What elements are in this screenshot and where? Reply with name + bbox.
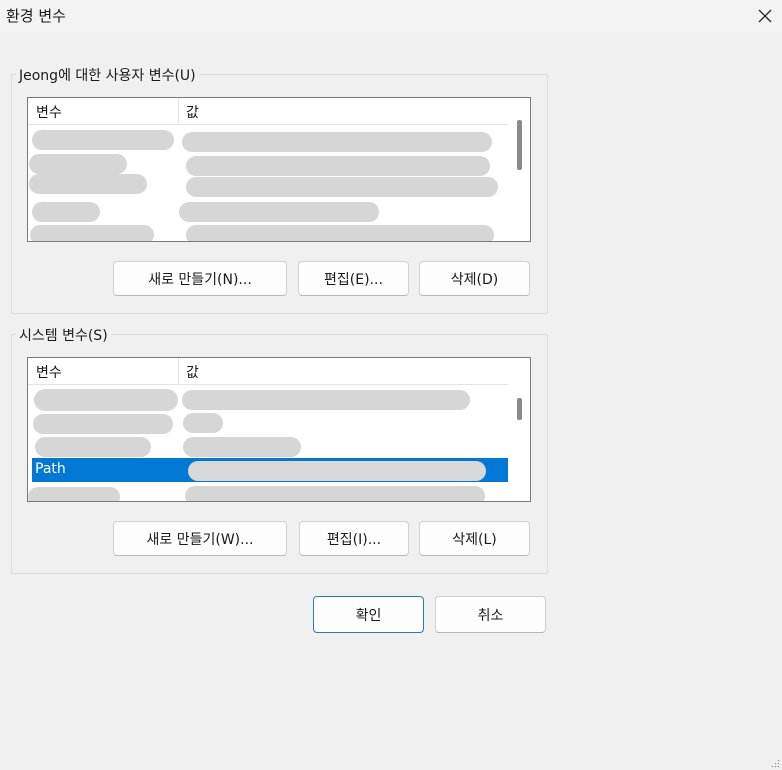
- list-item[interactable]: [32, 388, 508, 412]
- redacted-value: [185, 486, 485, 501]
- cancel-button[interactable]: 취소: [435, 596, 546, 633]
- redacted-value: [186, 156, 490, 176]
- close-icon: [758, 9, 772, 23]
- close-button[interactable]: [748, 0, 782, 32]
- redacted-variable: [29, 174, 147, 194]
- system-edit-button[interactable]: 편집(I)...: [299, 521, 409, 556]
- list-item[interactable]: [32, 413, 508, 437]
- path-variable-name: Path: [35, 461, 66, 477]
- system-delete-button[interactable]: 삭제(L): [419, 521, 530, 556]
- vertical-scrollbar[interactable]: [508, 98, 530, 241]
- list-item[interactable]: [28, 485, 508, 501]
- redacted-value: [186, 177, 498, 197]
- redacted-value: [179, 202, 379, 222]
- list-header: 변수 값: [28, 98, 508, 125]
- user-delete-button[interactable]: 삭제(D): [419, 261, 530, 296]
- system-variables-list[interactable]: 변수 값 Path: [27, 357, 531, 502]
- redacted-value: [182, 390, 470, 410]
- window-title: 환경 변수: [6, 7, 66, 25]
- column-header-value[interactable]: 값: [186, 362, 199, 382]
- redacted-variable: [30, 225, 154, 241]
- user-new-button[interactable]: 새로 만들기(N)...: [113, 261, 287, 296]
- column-header-value[interactable]: 값: [186, 102, 199, 122]
- vertical-scrollbar[interactable]: [508, 358, 530, 501]
- scrollbar-thumb[interactable]: [517, 120, 522, 170]
- list-item[interactable]: [32, 436, 508, 460]
- redacted-value: [188, 461, 486, 481]
- column-header-variable[interactable]: 변수: [36, 362, 62, 382]
- scrollbar-thumb[interactable]: [517, 398, 522, 420]
- resize-grip-icon[interactable]: [770, 758, 780, 768]
- list-item[interactable]: [29, 174, 508, 198]
- redacted-variable: [33, 414, 173, 434]
- system-new-button[interactable]: 새로 만들기(W)...: [113, 521, 287, 556]
- redacted-value: [183, 437, 301, 457]
- redacted-variable: [29, 154, 127, 174]
- column-header-variable[interactable]: 변수: [36, 102, 62, 122]
- redacted-variable: [28, 487, 120, 501]
- list-item[interactable]: [32, 128, 508, 152]
- system-variables-label: 시스템 변수(S): [16, 325, 111, 345]
- user-variables-list[interactable]: 변수 값: [27, 97, 531, 242]
- user-edit-button[interactable]: 편집(E)...: [298, 261, 409, 296]
- redacted-value: [182, 132, 492, 152]
- title-bar: 환경 변수: [0, 0, 782, 32]
- redacted-variable: [34, 389, 178, 411]
- list-header: 변수 값: [28, 358, 508, 385]
- user-variables-label: Jeong에 대한 사용자 변수(U): [16, 65, 199, 85]
- redacted-value: [186, 225, 494, 241]
- table-row-path[interactable]: Path: [32, 458, 508, 482]
- redacted-variable: [32, 202, 100, 222]
- ok-button[interactable]: 확인: [313, 596, 424, 633]
- redacted-variable: [35, 437, 151, 457]
- redacted-value: [183, 413, 223, 433]
- redacted-variable: [32, 130, 174, 150]
- list-item[interactable]: [30, 225, 508, 241]
- list-item[interactable]: [32, 202, 508, 226]
